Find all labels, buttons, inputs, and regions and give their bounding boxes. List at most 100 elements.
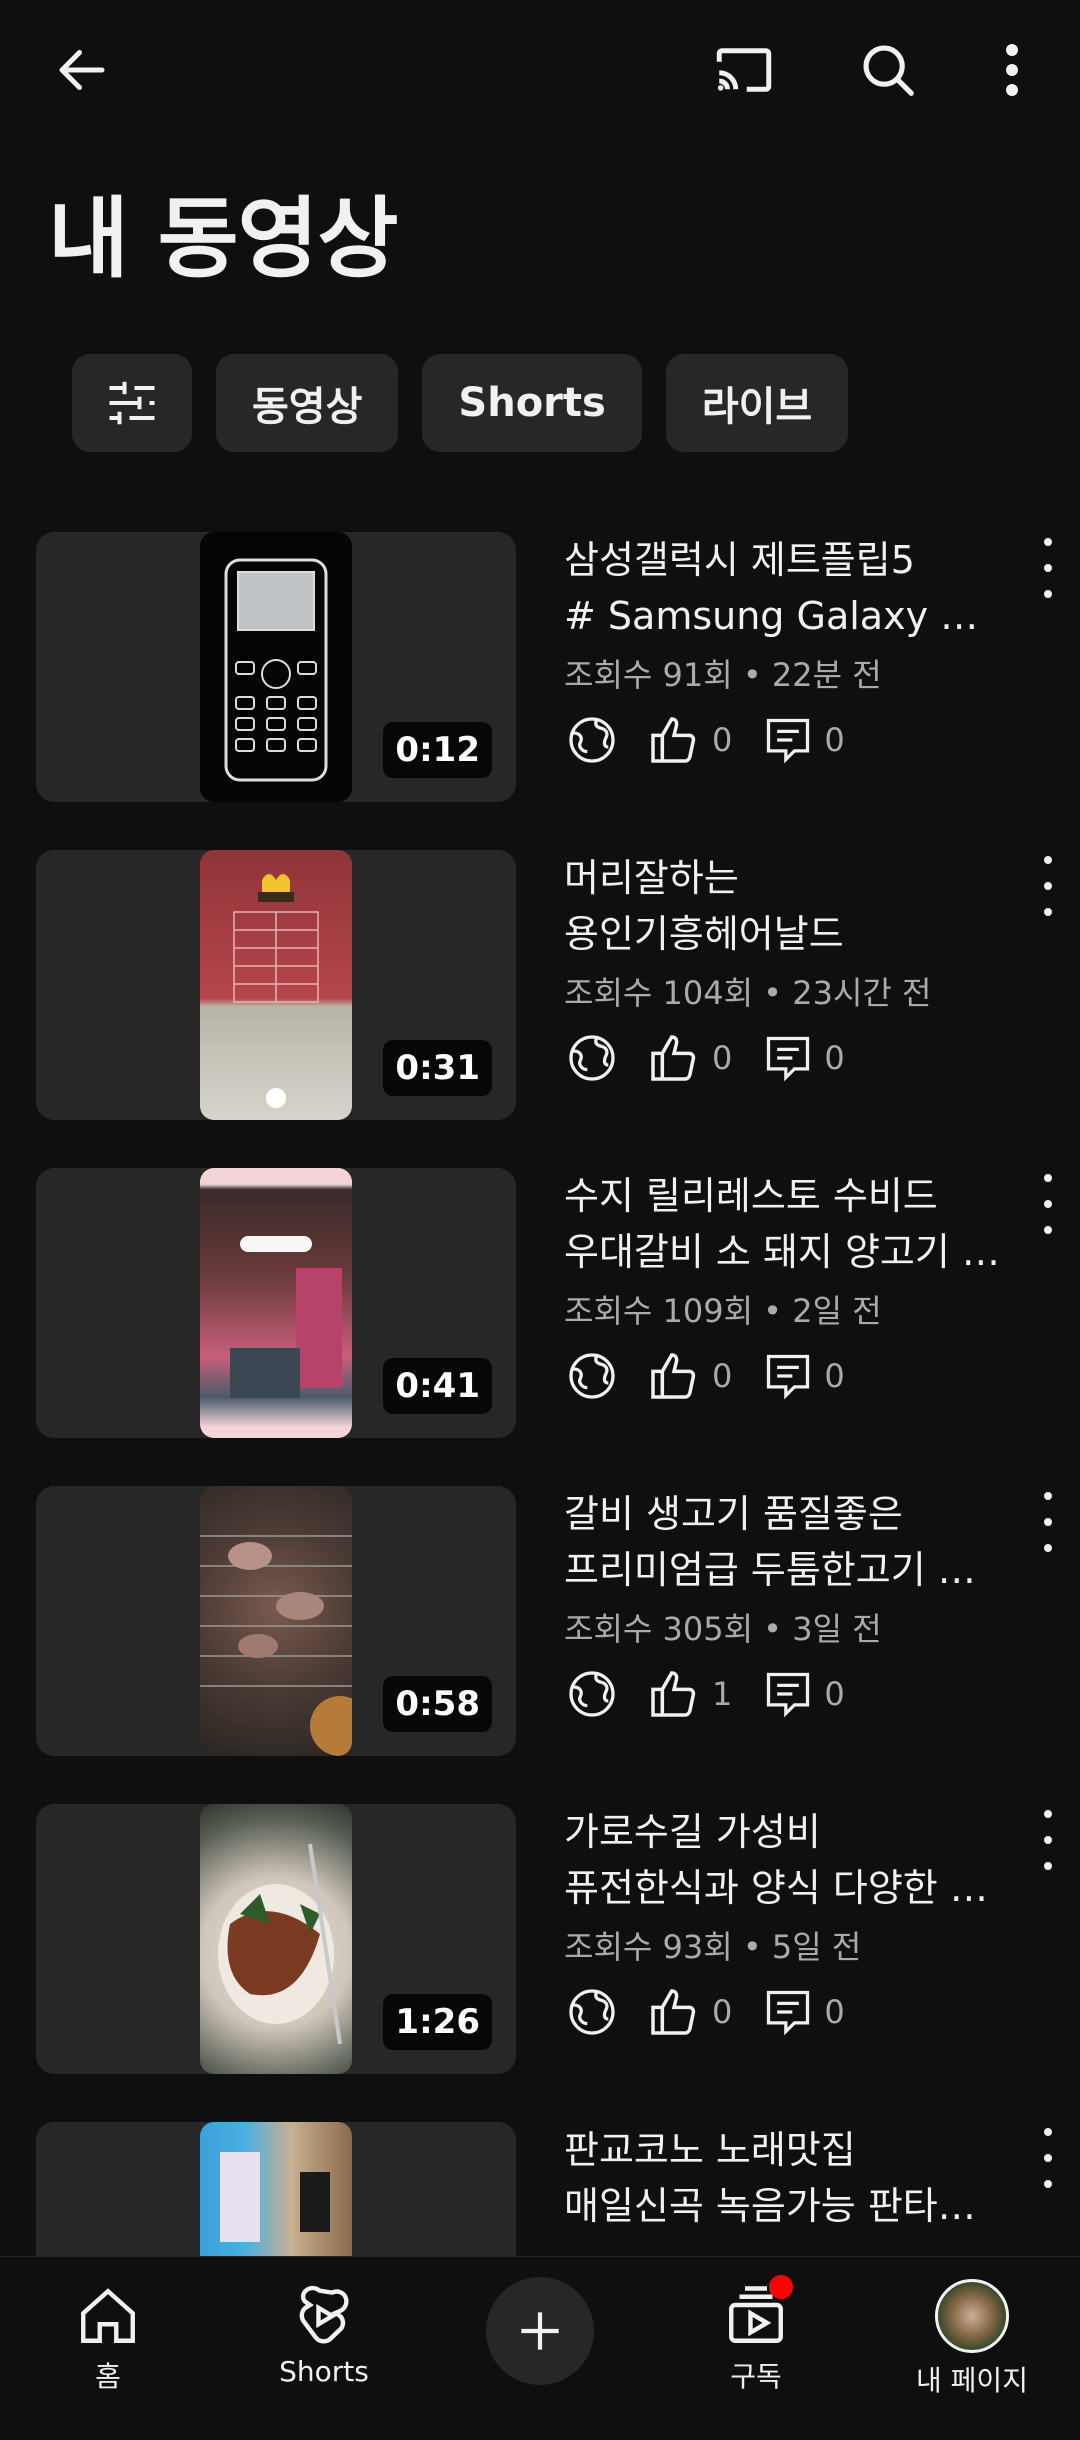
- like-count: 0: [712, 721, 733, 759]
- video-title-line-1: 머리잘하는: [564, 856, 739, 900]
- nav-home-label: 홈: [95, 2360, 121, 2393]
- like-count: 0: [712, 1357, 733, 1395]
- thumbnail-image: [200, 1486, 352, 1756]
- comment-count: 0: [824, 721, 845, 759]
- nav-subscriptions[interactable]: 구독: [656, 2257, 856, 2403]
- sliders-icon: [109, 381, 155, 425]
- video-title[interactable]: 가로수길 가성비 퓨전한식과 양식 다양한 …: [564, 1804, 1004, 1916]
- search-button[interactable]: [848, 30, 928, 110]
- video-more-button[interactable]: [1038, 2128, 1058, 2188]
- shorts-icon: [299, 2285, 349, 2344]
- nav-you[interactable]: 내 페이지: [872, 2257, 1072, 2403]
- page-title: 내 동영상: [48, 187, 398, 290]
- video-item[interactable]: 0:58 갈비 생고기 품질좋은 프리미엄급 두툼한고기 … 조회수 305회 …: [0, 1486, 1080, 1804]
- comment-icon: [767, 1036, 810, 1082]
- video-thumbnail[interactable]: 0:58: [36, 1486, 516, 1756]
- video-duration: 0:12: [383, 722, 492, 778]
- video-title-line-2: 프리미엄급 두툼한고기 …: [564, 1548, 976, 1592]
- video-title[interactable]: 갈비 생고기 품질좋은 프리미엄급 두툼한고기 …: [564, 1486, 1004, 1598]
- video-stats: 조회수 109회 • 2일 전: [564, 1292, 882, 1330]
- video-stats: 조회수 104회 • 23시간 전: [564, 974, 932, 1012]
- like-count: 1: [712, 1675, 733, 1713]
- video-meta: 판교코노 노래맛집 매일신곡 녹음가능 판타…: [564, 2122, 1004, 2234]
- avatar: [935, 2279, 1009, 2353]
- thumbs-up-icon: [651, 1989, 696, 2035]
- video-thumbnail[interactable]: 0:12: [36, 532, 516, 802]
- comment-count: 0: [824, 1357, 845, 1395]
- like-count: 0: [712, 1039, 733, 1077]
- video-engagement: 0 0: [564, 1346, 1004, 1406]
- video-item[interactable]: 1:26 가로수길 가성비 퓨전한식과 양식 다양한 … 조회수 93회 • 5…: [0, 1804, 1080, 2122]
- nav-shorts[interactable]: Shorts: [224, 2257, 424, 2403]
- video-title-line-2: # Samsung Galaxy Z …: [564, 594, 1004, 638]
- thumbs-up-icon: [651, 1353, 696, 1399]
- chip-videos[interactable]: 동영상: [216, 354, 399, 452]
- comment-count: 0: [824, 1675, 845, 1713]
- video-meta: 삼성갤럭시 제트플립5 # Samsung Galaxy Z … 조회수 91회…: [564, 532, 1004, 770]
- video-stats: 조회수 305회 • 3일 전: [564, 1610, 882, 1648]
- video-stats: 조회수 91회 • 22분 전: [564, 656, 882, 694]
- video-more-button[interactable]: [1038, 856, 1058, 916]
- video-stats: 조회수 93회 • 5일 전: [564, 1928, 862, 1966]
- video-more-button[interactable]: [1038, 1810, 1058, 1870]
- video-engagement: 0 0: [564, 710, 1004, 770]
- search-icon: [863, 45, 914, 96]
- nav-subscriptions-label: 구독: [730, 2360, 782, 2393]
- thumbs-up-icon: [651, 1035, 696, 1081]
- comment-icon: [767, 1990, 810, 2036]
- video-title-line-2: 퓨전한식과 양식 다양한 …: [564, 1866, 988, 1910]
- video-title-line-2: 용인기흥헤어날드: [564, 912, 844, 956]
- arrow-left-icon: [59, 50, 105, 90]
- thumbs-up-icon: [651, 1671, 696, 1717]
- video-title[interactable]: 판교코노 노래맛집 매일신곡 녹음가능 판타…: [564, 2122, 1004, 2234]
- video-more-button[interactable]: [1038, 1492, 1058, 1552]
- video-title-line-2: 매일신곡 녹음가능 판타…: [564, 2184, 976, 2228]
- video-item[interactable]: 0:12 삼성갤럭시 제트플립5 # Samsung Galaxy Z … 조회…: [0, 532, 1080, 850]
- comment-icon: [767, 1672, 810, 1718]
- video-engagement: 0 0: [564, 1028, 1004, 1088]
- filter-chips: 동영상 Shorts 라이브: [72, 354, 849, 452]
- video-item[interactable]: 0:41 수지 릴리레스토 수비드 우대갈비 소 돼지 양고기 … 조회수 10…: [0, 1168, 1080, 1486]
- video-thumbnail[interactable]: 0:31: [36, 850, 516, 1120]
- chip-shorts[interactable]: Shorts: [422, 354, 642, 452]
- more-options-button[interactable]: [972, 30, 1052, 110]
- cast-button[interactable]: [704, 30, 784, 110]
- create-button[interactable]: [486, 2277, 594, 2385]
- nav-you-label: 내 페이지: [916, 2364, 1028, 2397]
- subscriptions-icon-wrap: [723, 2275, 793, 2349]
- video-item[interactable]: 0:31 머리잘하는 용인기흥헤어날드 조회수 104회 • 23시간 전 0 …: [0, 850, 1080, 1168]
- video-title[interactable]: 수지 릴리레스토 수비드 우대갈비 소 돼지 양고기 …: [564, 1168, 1004, 1280]
- video-title-line-1: 삼성갤럭시 제트플립5: [564, 538, 915, 582]
- video-meta: 수지 릴리레스토 수비드 우대갈비 소 돼지 양고기 … 조회수 109회 • …: [564, 1168, 1004, 1406]
- video-title-line-1: 갈비 생고기 품질좋은: [564, 1492, 903, 1536]
- globe-icon: [569, 1989, 615, 2035]
- comment-icon: [767, 1354, 810, 1400]
- home-icon: [81, 2288, 135, 2343]
- nav-home[interactable]: 홈: [8, 2257, 208, 2403]
- top-app-bar: [0, 0, 1080, 150]
- chip-live[interactable]: 라이브: [665, 354, 849, 452]
- globe-icon: [569, 1353, 615, 1399]
- thumbs-up-icon: [651, 717, 696, 763]
- thumbnail-image: [200, 532, 352, 802]
- comment-count: 0: [824, 1039, 845, 1077]
- more-vert-icon: [1006, 44, 1018, 96]
- video-more-button[interactable]: [1038, 538, 1058, 598]
- video-engagement: 1 0: [564, 1664, 1004, 1724]
- comment-count: 0: [824, 1993, 845, 2031]
- nav-shorts-label: Shorts: [279, 2355, 369, 2388]
- video-meta: 머리잘하는 용인기흥헤어날드 조회수 104회 • 23시간 전 0 0: [564, 850, 1004, 1088]
- video-thumbnail[interactable]: 1:26: [36, 1804, 516, 2074]
- video-title[interactable]: 머리잘하는 용인기흥헤어날드: [564, 850, 1004, 962]
- comment-icon: [767, 718, 810, 764]
- video-meta: 가로수길 가성비 퓨전한식과 양식 다양한 … 조회수 93회 • 5일 전 0…: [564, 1804, 1004, 2042]
- like-count: 0: [712, 1993, 733, 2031]
- back-button[interactable]: [42, 30, 122, 110]
- cast-icon: [716, 48, 772, 92]
- video-more-button[interactable]: [1038, 1174, 1058, 1234]
- thumbnail-image: [200, 1168, 352, 1438]
- video-thumbnail[interactable]: 0:41: [36, 1168, 516, 1438]
- video-duration: 0:31: [383, 1040, 492, 1096]
- filter-settings-chip[interactable]: [72, 354, 192, 452]
- video-title[interactable]: 삼성갤럭시 제트플립5 # Samsung Galaxy Z …: [564, 532, 1004, 644]
